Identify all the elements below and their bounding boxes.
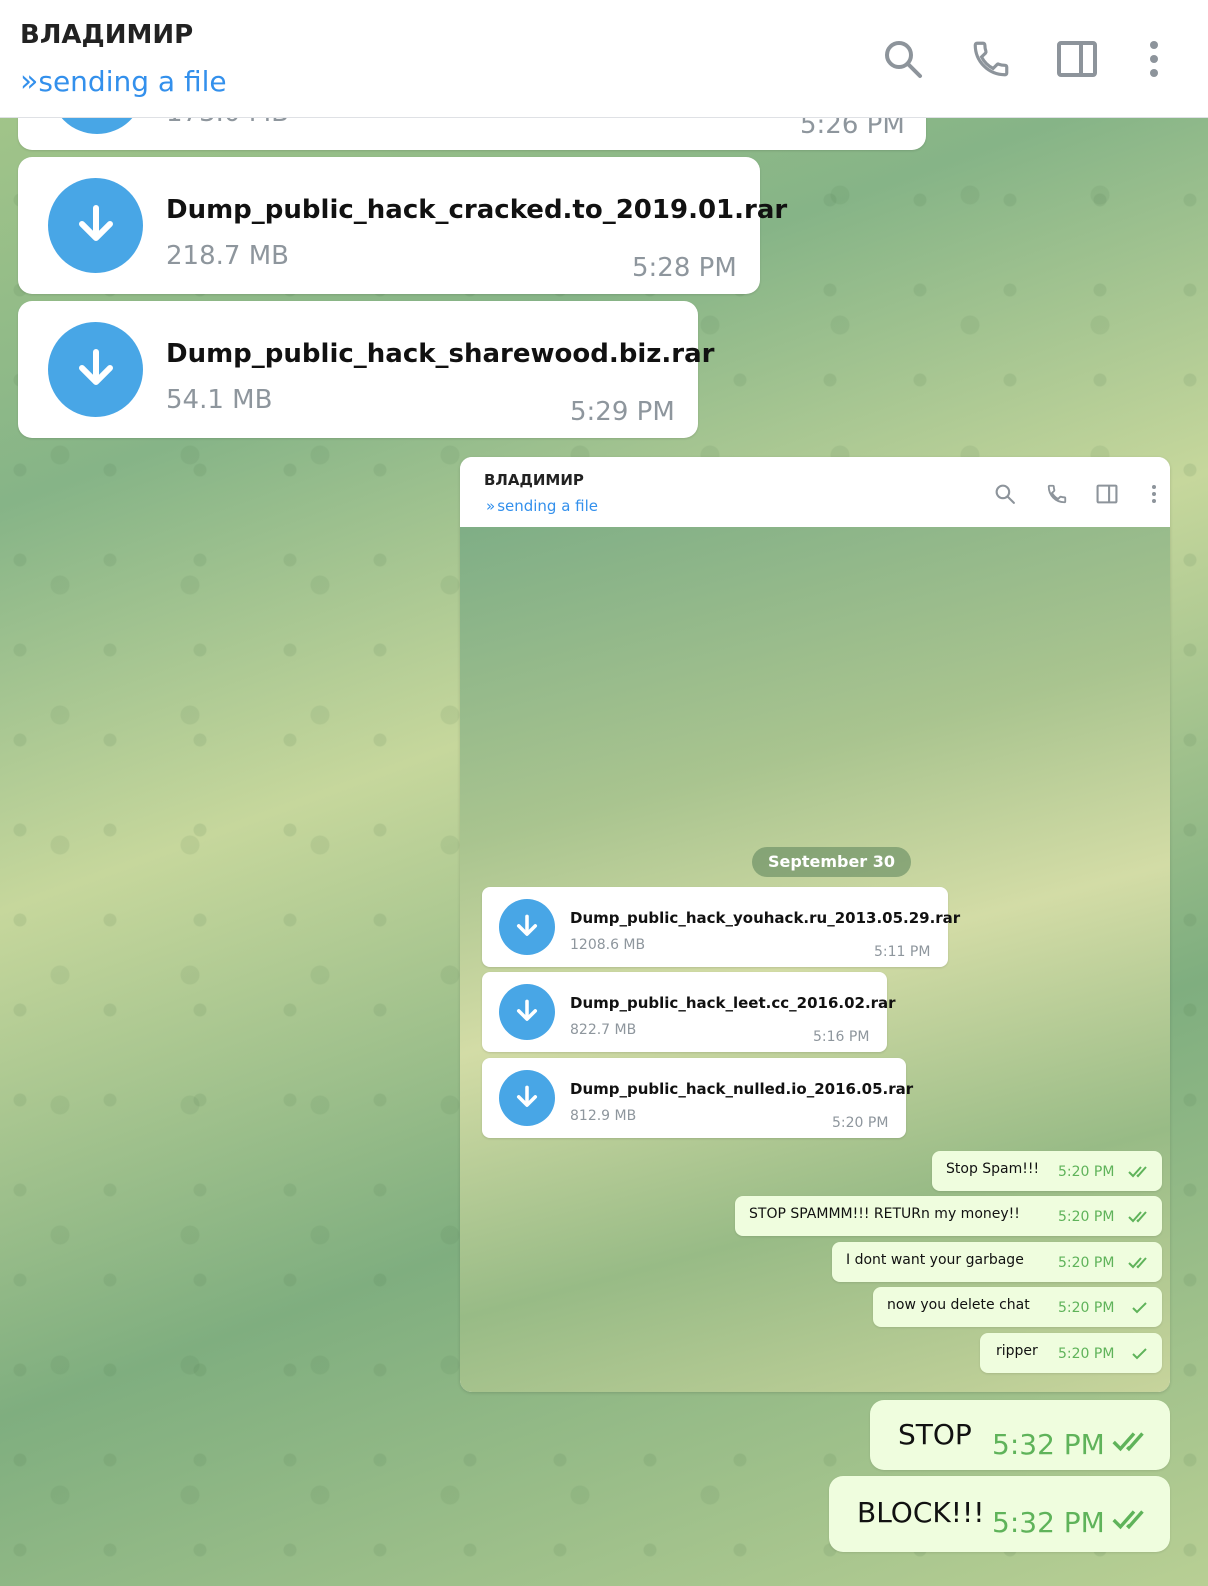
download-arrow-icon: [516, 999, 538, 1021]
message-time: 5:32 PM: [992, 1428, 1105, 1461]
outgoing-message[interactable]: STOP 5:32 PM: [870, 1400, 1170, 1470]
message-time: 5:20 PM: [1058, 1346, 1115, 1362]
download-button: [499, 899, 555, 955]
file-size: 1208.6 MB: [570, 937, 646, 953]
outgoing-message[interactable]: BLOCK!!! 5:32 PM: [829, 1476, 1170, 1552]
more-options-icon: [1152, 485, 1156, 503]
message-text: STOP SPAMMM!!! RETURn my money!!: [749, 1206, 1020, 1222]
message-text: I dont want your garbage: [846, 1252, 1024, 1268]
double-check-icon: [1128, 1257, 1147, 1269]
file-name: Dump_public_hack_nulled.io_2016.05.rar: [570, 1080, 914, 1098]
download-button[interactable]: [48, 178, 143, 273]
date-separator: September 30: [752, 847, 912, 877]
outgoing-message: Stop Spam!!! 5:20 PM: [932, 1151, 1162, 1191]
search-icon: [995, 484, 1015, 504]
double-check-icon: [1128, 1211, 1147, 1223]
single-check-icon: [1132, 1302, 1147, 1314]
download-arrow-icon: [516, 914, 538, 936]
double-check-icon: [1128, 1166, 1147, 1178]
file-name: Dump_public_hack_youhack.ru_2013.05.29.r…: [570, 909, 961, 927]
outgoing-message: I dont want your garbage 5:20 PM: [832, 1242, 1162, 1282]
message-time: 5:28 PM: [632, 253, 737, 283]
outgoing-message: ripper 5:20 PM: [980, 1333, 1162, 1373]
sending-icon: »: [20, 64, 39, 99]
message-time: 5:20 PM: [1058, 1300, 1115, 1316]
download-arrow-icon: [78, 204, 113, 241]
message-time: 5:20 PM: [1058, 1164, 1115, 1180]
chat-status-text: sending a file: [38, 65, 227, 98]
chat-title[interactable]: ВЛАДИМИР: [20, 20, 193, 50]
message-time: 5:20 PM: [1058, 1255, 1115, 1271]
inner-status-text: sending a file: [497, 497, 599, 515]
file-name: Dump_public_hack_cracked.to_2019.01.rar: [166, 195, 788, 225]
message-time: 5:29 PM: [570, 397, 675, 427]
outgoing-message: now you delete chat 5:20 PM: [873, 1287, 1162, 1327]
inner-chat-title: ВЛАДИМИР: [484, 471, 584, 489]
search-icon[interactable]: [882, 38, 924, 80]
file-size: 54.1 MB: [166, 385, 273, 415]
file-message: Dump_public_hack_nulled.io_2016.05.rar 8…: [482, 1058, 913, 1138]
screenshot-image-message[interactable]: ВЛАДИМИР » sending a file September 30 D…: [460, 457, 1170, 1392]
download-arrow-icon: [516, 1085, 538, 1107]
double-check-icon: [1112, 1432, 1144, 1452]
chat-header: ВЛАДИМИР » sending a file: [0, 0, 1208, 118]
file-size: 822.7 MB: [570, 1022, 637, 1038]
message-text: STOP: [898, 1418, 972, 1451]
sending-icon: »: [486, 497, 495, 515]
double-check-icon: [1112, 1510, 1144, 1530]
message-text: ripper: [996, 1343, 1038, 1359]
file-message: Dump_public_hack_youhack.ru_2013.05.29.r…: [482, 887, 960, 967]
inner-chat-status: » sending a file: [486, 497, 598, 515]
message-time: 5:11 PM: [874, 944, 931, 960]
outgoing-message: STOP SPAMMM!!! RETURn my money!! 5:20 PM: [735, 1196, 1162, 1236]
message-text: Stop Spam!!!: [946, 1161, 1040, 1177]
inner-chat-header: ВЛАДИМИР » sending a file: [460, 457, 1170, 527]
file-message[interactable]: Dump_public_hack_cracked.to_2019.01.rar …: [18, 157, 787, 294]
download-button[interactable]: [48, 322, 143, 417]
file-message: Dump_public_hack_leet.cc_2016.02.rar 822…: [482, 972, 896, 1052]
single-check-icon: [1132, 1348, 1147, 1360]
chat-status: » sending a file: [20, 64, 227, 99]
message-time: 5:20 PM: [1058, 1209, 1115, 1225]
phone-icon[interactable]: [970, 38, 1012, 80]
more-options-icon[interactable]: [1142, 38, 1166, 80]
file-size: 218.7 MB: [166, 241, 289, 271]
file-name: Dump_public_hack_sharewood.biz.rar: [166, 339, 715, 369]
phone-icon: [1047, 484, 1067, 504]
message-time: 5:16 PM: [813, 1029, 870, 1045]
message-text: now you delete chat: [887, 1297, 1030, 1313]
file-name: Dump_public_hack_leet.cc_2016.02.rar: [570, 994, 896, 1012]
sidebar-toggle-icon[interactable]: [1056, 38, 1098, 80]
file-message[interactable]: Dump_public_hack_sharewood.biz.rar 54.1 …: [18, 301, 714, 438]
sidebar-toggle-icon: [1096, 484, 1118, 504]
download-button: [499, 984, 555, 1040]
download-arrow-icon: [78, 348, 113, 385]
message-text: BLOCK!!!: [857, 1496, 985, 1529]
message-time: 5:32 PM: [992, 1506, 1105, 1539]
file-size: 812.9 MB: [570, 1108, 637, 1124]
message-time: 5:20 PM: [832, 1115, 889, 1131]
download-button: [499, 1070, 555, 1126]
